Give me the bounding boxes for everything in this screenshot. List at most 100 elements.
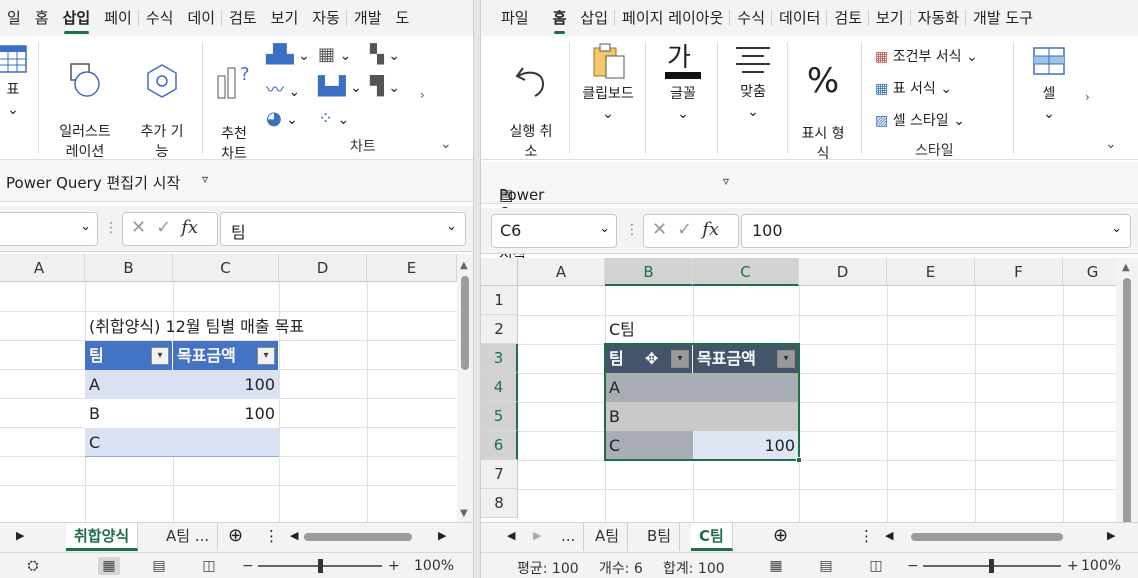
power-query-launch[interactable]: Power Query 편집기 시작 (6, 172, 180, 193)
tab-view[interactable]: 보기 (869, 0, 911, 36)
zoom-slider-knob[interactable] (318, 559, 323, 573)
table-cell[interactable] (693, 402, 799, 431)
column-header[interactable]: A (0, 254, 85, 282)
table-cell[interactable]: A (605, 373, 693, 402)
formula-buttons[interactable]: ✕✓fx (643, 214, 739, 248)
sheet-tab-a[interactable]: A팀 ... (158, 523, 219, 551)
cancel-icon[interactable]: ✕ (131, 217, 156, 238)
zoom-level[interactable]: 100% (414, 558, 454, 574)
prev-sheet-icon[interactable]: ◀ (507, 529, 515, 542)
next-sheet-icon[interactable]: ▶ (16, 529, 24, 542)
undo-button[interactable]: 실행 취 소 (499, 42, 563, 162)
line-chart-button[interactable]: 〰 ⌄ (266, 76, 300, 102)
insert-function-icon[interactable]: fx (181, 217, 198, 238)
pie-chart-button[interactable]: ◕ ⌄ (266, 108, 298, 129)
table-header-cell[interactable]: 팀 ▾ (85, 341, 173, 370)
cell-styles-button[interactable]: ▨ 셀 스타일 ⌄ (875, 110, 965, 130)
name-box[interactable]: C6 ⌄ (491, 214, 617, 248)
recommended-charts-button[interactable]: ? 추천 차트 (212, 42, 256, 164)
sheet-title-cell[interactable]: (취합양식) 12월 팀별 매출 목표 (85, 312, 308, 341)
row-header[interactable]: 6 (481, 431, 518, 460)
qat-dropdown-icon[interactable]: ▿ (202, 172, 208, 186)
tab-review[interactable]: 검토 (222, 0, 264, 36)
table-cell[interactable] (173, 428, 279, 457)
combo-chart-button[interactable]: ▜ ⌄ (370, 76, 400, 97)
cells-button[interactable]: 셀 ⌄ (1027, 42, 1071, 124)
scroll-down-icon[interactable]: ▼ (460, 508, 468, 519)
add-sheet-icon[interactable]: ⊕ (228, 525, 243, 546)
column-header[interactable]: G (1063, 258, 1123, 286)
waterfall-chart-button[interactable]: ▚ ⌄ (370, 44, 400, 65)
sheet-title-cell[interactable]: C팀 (605, 315, 639, 344)
row-header[interactable]: 8 (481, 489, 518, 518)
insert-function-icon[interactable]: fx (702, 219, 719, 240)
tab-page-layout[interactable]: 페이 (97, 0, 139, 36)
addins-button[interactable]: 추가 기 능 (132, 42, 192, 162)
more-sheets-icon[interactable]: ⋮ (859, 527, 874, 545)
tab-developer[interactable]: 개발 도구 (966, 0, 1040, 36)
formula-input[interactable]: 팀 ⌄ (220, 212, 466, 246)
sheet-tab-more[interactable]: ... (553, 523, 585, 551)
scroll-up-icon[interactable]: ▲ (460, 260, 468, 271)
name-box[interactable]: ⌄ (0, 212, 98, 246)
hscroll-left-icon[interactable]: ◀ (885, 529, 893, 542)
enter-icon[interactable]: ✓ (677, 219, 702, 240)
hscroll-right-icon[interactable]: ▶ (438, 529, 446, 542)
table-cell[interactable]: B (85, 399, 173, 428)
row-header[interactable]: 7 (481, 460, 518, 489)
filter-dropdown-icon[interactable]: ▾ (777, 350, 795, 368)
tab-insert[interactable]: 삽입 (573, 0, 615, 36)
scatter-chart-button[interactable]: ⁘ ⌄ (318, 108, 349, 129)
row-header[interactable]: 5 (481, 402, 518, 431)
zoom-slider-knob[interactable] (989, 559, 994, 573)
cancel-icon[interactable]: ✕ (652, 219, 677, 240)
tab-developer[interactable]: 개발 (347, 0, 389, 36)
column-header[interactable]: C (173, 254, 279, 282)
clipboard-button[interactable]: 클립보드 ⌄ (575, 42, 641, 124)
tab-formulas[interactable]: 수식 (730, 0, 772, 36)
table-header-cell[interactable]: 팀 ✥ ▾ (605, 344, 693, 373)
tab-page-layout[interactable]: 페이지 레이아웃 (615, 0, 731, 36)
vertical-scrollbar[interactable]: ▲ ▼ (457, 254, 473, 522)
tab-file[interactable]: 파일 (481, 0, 536, 36)
tab-automate[interactable]: 자동 (305, 0, 347, 36)
table-button[interactable]: 표 ⌄ (0, 42, 32, 120)
ribbon-collapse-icon[interactable]: ⌄ (440, 136, 452, 152)
table-header-cell[interactable]: 목표금액 ▾ (693, 344, 799, 373)
hierarchy-chart-button[interactable]: ▦ ⌄ (318, 44, 351, 65)
zoom-in-icon[interactable]: + (1067, 558, 1079, 574)
column-header[interactable]: D (799, 258, 887, 286)
page-break-view-icon[interactable]: ◫ (865, 557, 887, 575)
tab-data[interactable]: 데이터 (772, 0, 828, 36)
fill-handle[interactable] (796, 457, 802, 463)
row-header[interactable]: 2 (481, 315, 518, 344)
tab-data[interactable]: 데이 (180, 0, 222, 36)
sheet-tab-template[interactable]: 취합양식 (66, 523, 139, 551)
format-as-table-button[interactable]: ▦ 표 서식 ⌄ (875, 78, 952, 98)
ribbon-scroll-right-icon[interactable]: › (420, 88, 425, 102)
filter-dropdown-icon[interactable]: ▾ (671, 350, 689, 368)
horizontal-scroll-thumb[interactable] (911, 533, 1063, 541)
column-chart-button[interactable]: ▟▙ ⌄ (266, 44, 310, 65)
page-layout-view-icon[interactable]: ▤ (148, 557, 170, 575)
add-sheet-icon[interactable]: ⊕ (773, 525, 788, 546)
table-cell[interactable]: C (605, 431, 693, 460)
row-header[interactable]: 3 (481, 344, 518, 373)
tab-formulas[interactable]: 수식 (139, 0, 181, 36)
column-header[interactable]: B (605, 258, 693, 286)
alignment-button[interactable]: 맞춤 ⌄ (727, 42, 779, 122)
illustrations-button[interactable]: 일러스트 레이션 (52, 42, 118, 162)
ribbon-collapse-icon[interactable]: ⌄ (1105, 136, 1117, 152)
normal-view-icon[interactable]: ▦ (98, 557, 120, 575)
table-cell[interactable]: A (85, 370, 173, 399)
enter-icon[interactable]: ✓ (156, 217, 181, 238)
table-cell[interactable]: 100 (173, 370, 279, 399)
table-cell[interactable]: C (85, 428, 173, 457)
select-all-corner[interactable] (481, 258, 518, 286)
tab-insert[interactable]: 삽입 (56, 0, 98, 36)
page-layout-view-icon[interactable]: ▤ (815, 557, 837, 575)
tab-more[interactable]: 도 (389, 0, 417, 36)
column-header[interactable]: A (518, 258, 605, 286)
table-cell[interactable] (693, 373, 799, 402)
tab-automate[interactable]: 자동화 (911, 0, 967, 36)
